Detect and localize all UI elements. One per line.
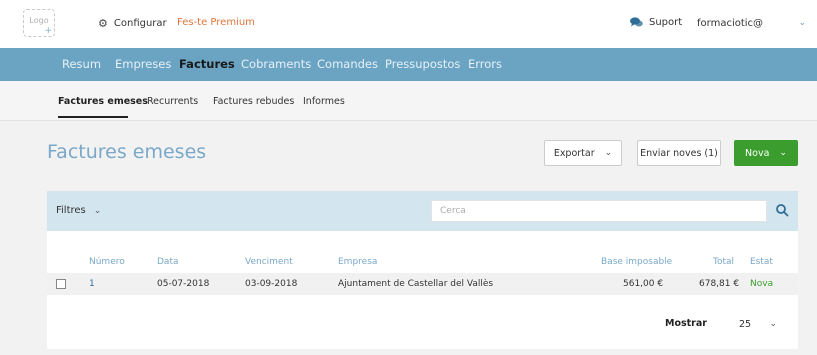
column-header-status[interactable]: Estat <box>750 257 773 267</box>
per-page-value: 25 <box>739 318 752 330</box>
user-menu[interactable]: formaciotic@ ⌄ <box>692 9 816 37</box>
active-tab-indicator <box>58 116 128 118</box>
nav-item-comandes[interactable]: Comandes <box>317 57 378 71</box>
invoice-base: 561,00 € <box>623 279 664 289</box>
column-header-number[interactable]: Número <box>89 257 125 267</box>
per-page-select[interactable]: 25 ⌄ <box>733 312 783 336</box>
top-bar: Logo + ⚙ Configurar Fes-te Premium Supor… <box>0 0 817 48</box>
filter-bar: Filtres ⌄ <box>47 191 798 231</box>
send-new-label: Enviar noves (1) <box>640 147 718 159</box>
chat-icon <box>630 17 643 27</box>
filters-label: Filtres <box>56 205 86 216</box>
tab-factures-rebudes[interactable]: Factures rebudes <box>213 96 294 107</box>
column-header-company[interactable]: Empresa <box>338 257 377 267</box>
nav-item-factures[interactable]: Factures <box>179 57 235 71</box>
new-invoice-label: Nova <box>745 147 770 159</box>
search-icon[interactable] <box>775 203 789 217</box>
row-checkbox[interactable] <box>56 279 66 289</box>
chevron-down-icon: ⌄ <box>769 319 777 329</box>
column-header-total[interactable]: Total <box>713 257 734 267</box>
support-link[interactable]: Suport <box>630 17 682 28</box>
chevron-down-icon: ⌄ <box>798 18 806 28</box>
column-header-due[interactable]: Venciment <box>245 257 293 267</box>
status-badge: Nova <box>750 279 774 289</box>
premium-link[interactable]: Fes-te Premium <box>177 17 255 28</box>
nav-item-pressupostos[interactable]: Pressupostos <box>385 57 460 71</box>
show-label: Mostrar <box>665 318 707 329</box>
add-logo-icon[interactable]: + <box>44 20 52 42</box>
table-row[interactable]: 1 05-07-2018 03-09-2018 Ajuntament de Ca… <box>47 273 798 295</box>
user-name: formaciotic@ <box>697 17 764 29</box>
sub-nav: Factures emeses Recurrents Factures rebu… <box>0 81 817 121</box>
configure-link[interactable]: ⚙ Configurar <box>98 17 167 30</box>
invoices-table: Número Data Venciment Empresa Base impos… <box>47 231 798 349</box>
nav-item-resum[interactable]: Resum <box>62 57 101 71</box>
filters-toggle[interactable]: Filtres ⌄ <box>56 205 101 216</box>
logo-placeholder[interactable]: Logo + <box>23 9 55 37</box>
tab-factures-emeses[interactable]: Factures emeses <box>58 96 148 107</box>
tab-recurrents[interactable]: Recurrents <box>147 96 198 107</box>
chevron-down-icon: ⌄ <box>604 148 613 158</box>
new-invoice-button[interactable]: Nova ⌄ <box>734 140 798 166</box>
invoice-date: 05-07-2018 <box>157 279 210 289</box>
chevron-down-icon[interactable]: ⌄ <box>779 148 787 158</box>
configure-label: Configurar <box>113 18 167 29</box>
main-nav: Resum Empreses Factures Cobraments Coman… <box>0 48 817 81</box>
support-label: Suport <box>649 17 683 28</box>
send-new-button[interactable]: Enviar noves (1) <box>637 140 721 166</box>
column-header-date[interactable]: Data <box>157 257 179 267</box>
invoice-total: 678,81 € <box>699 279 740 289</box>
export-label: Exportar <box>553 147 595 159</box>
nav-item-errors[interactable]: Errors <box>468 57 502 71</box>
invoice-company: Ajuntament de Castellar del Vallès <box>338 279 494 289</box>
nav-item-empreses[interactable]: Empreses <box>115 57 171 71</box>
gear-icon: ⚙ <box>98 17 108 30</box>
column-header-base[interactable]: Base imposable <box>601 257 672 267</box>
page-title: Factures emeses <box>47 141 207 163</box>
invoice-due-date: 03-09-2018 <box>245 279 298 289</box>
export-button[interactable]: Exportar ⌄ <box>544 140 622 166</box>
invoice-number-link[interactable]: 1 <box>89 279 95 289</box>
chevron-down-icon: ⌄ <box>93 205 102 216</box>
search-input[interactable] <box>431 200 767 222</box>
nav-item-cobraments[interactable]: Cobraments <box>241 57 311 71</box>
tab-informes[interactable]: Informes <box>303 96 345 107</box>
